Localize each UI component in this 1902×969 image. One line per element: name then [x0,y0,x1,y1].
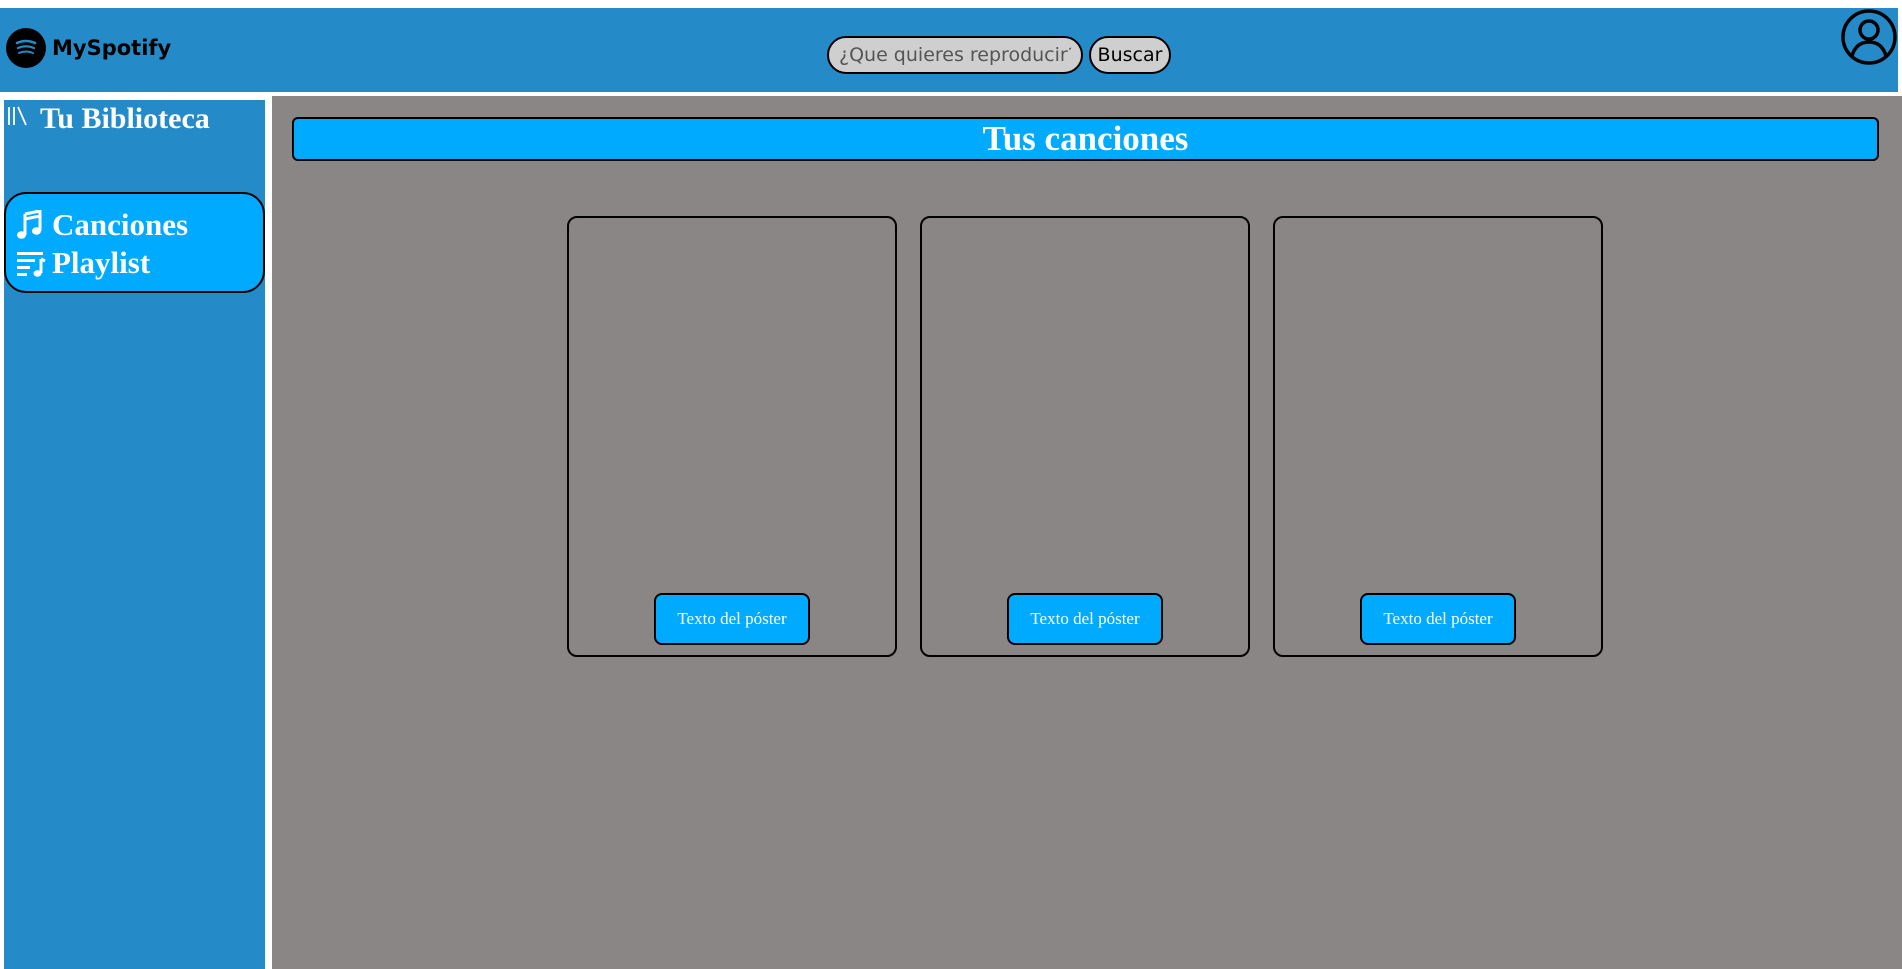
app-name: MySpotify [52,36,172,60]
page-title: Tus canciones [292,117,1879,161]
sidebar-item-playlist[interactable]: Playlist [16,244,253,282]
spotify-logo-icon [6,28,46,68]
search-button[interactable]: Buscar [1089,36,1171,74]
library-title: Tu Biblioteca [40,102,210,135]
search-input[interactable] [827,36,1083,74]
music-note-icon [16,210,52,240]
library-icon [6,103,40,135]
poster-text-button[interactable]: Texto del póster [1360,593,1516,645]
sidebar-item-canciones[interactable]: Canciones [16,206,253,244]
library-nav: Canciones Playlist [4,192,265,293]
library-header[interactable]: Tu Biblioteca [6,102,210,136]
sidebar-item-label: Canciones [52,207,189,242]
song-card[interactable]: Texto del póster [920,216,1250,657]
logo[interactable]: MySpotify [6,28,171,68]
playlist-icon [16,248,52,278]
main-content: Tus canciones Texto del póster Texto del… [272,96,1902,969]
song-card[interactable]: Texto del póster [1273,216,1603,657]
sidebar-item-label: Playlist [52,245,151,280]
song-card[interactable]: Texto del póster [567,216,897,657]
top-bar: MySpotify Buscar [0,8,1898,92]
sidebar: Tu Biblioteca Canciones Playlist [4,100,265,969]
user-profile-icon[interactable] [1840,8,1898,66]
poster-text-button[interactable]: Texto del póster [654,593,810,645]
poster-text-button[interactable]: Texto del póster [1007,593,1163,645]
